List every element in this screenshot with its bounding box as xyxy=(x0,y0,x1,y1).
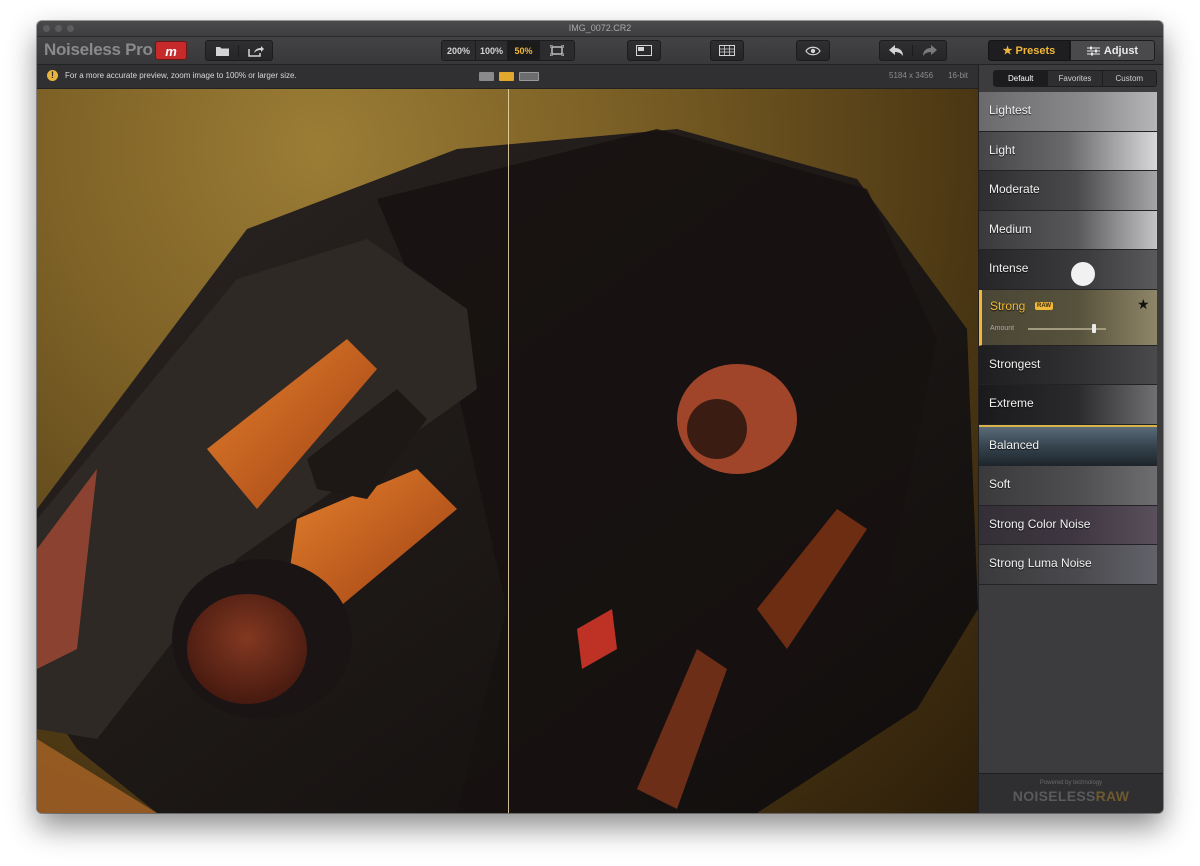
sidebar-footer: Powered by technology NOISELESSRAW xyxy=(979,773,1163,813)
macphun-badge[interactable]: m xyxy=(155,41,187,60)
preset-balanced[interactable]: Balanced xyxy=(979,426,1157,466)
history-group xyxy=(879,40,947,61)
presets-sidebar: Default Favorites Custom Lightest Light … xyxy=(978,65,1163,813)
redo-icon xyxy=(922,45,937,56)
app-window: IMG_0072.CR2 Noiseless Pro m 200% 100% 5… xyxy=(37,21,1163,813)
zoom-controls: 200% 100% 50% xyxy=(441,40,575,61)
title-bar: IMG_0072.CR2 xyxy=(37,21,1163,37)
preset-intense[interactable]: Intense xyxy=(979,250,1157,290)
warning-icon: ! xyxy=(47,70,58,81)
file-actions-group xyxy=(205,40,273,61)
zoom-200-button[interactable]: 200% xyxy=(442,41,476,60)
noiseless-raw-logo: NOISELESSRAW xyxy=(979,788,1163,804)
preset-extreme[interactable]: Extreme xyxy=(979,385,1157,425)
navigator-icon xyxy=(636,45,652,56)
split-divider[interactable] xyxy=(507,89,509,813)
preset-strongest[interactable]: Strongest xyxy=(979,345,1157,385)
star-icon: ★ xyxy=(1002,45,1013,57)
adjust-tab-label: Adjust xyxy=(1103,44,1139,57)
navigator-toggle-button[interactable] xyxy=(627,40,661,61)
tab-custom[interactable]: Custom xyxy=(1102,71,1156,86)
presets-tab[interactable]: ★ Presets xyxy=(988,40,1070,61)
preset-label: Soft xyxy=(989,477,1011,491)
grid-icon xyxy=(719,45,735,56)
zoom-50-button[interactable]: 50% xyxy=(508,41,540,60)
powered-by-text: Powered by technology xyxy=(1039,780,1103,786)
toolbar: Noiseless Pro m 200% 100% 50% ★ Presets … xyxy=(37,37,1163,65)
presets-tab-label: Presets xyxy=(1015,44,1056,57)
single-view-button[interactable] xyxy=(479,72,494,81)
preset-label: Lightest xyxy=(989,103,1032,117)
preset-label: Medium xyxy=(989,221,1032,236)
preset-label: Moderate xyxy=(989,182,1040,196)
preset-label: Strong Color Noise xyxy=(989,516,1091,531)
photo-canvas[interactable] xyxy=(37,89,978,813)
redo-button[interactable] xyxy=(913,45,946,56)
preset-category-tabs: Default Favorites Custom xyxy=(993,70,1157,87)
compare-grid-button[interactable] xyxy=(710,40,744,61)
fit-screen-button[interactable] xyxy=(540,41,574,60)
window-title: IMG_0072.CR2 xyxy=(568,23,632,33)
preset-label: Balanced xyxy=(989,437,1040,452)
raw-badge: RAW xyxy=(1035,301,1053,310)
preset-strong-luma-noise[interactable]: Strong Luma Noise xyxy=(979,545,1157,585)
undo-icon xyxy=(889,45,903,56)
side-by-side-view-button[interactable] xyxy=(519,72,539,81)
tab-favorites[interactable]: Favorites xyxy=(1048,71,1103,86)
sliders-icon xyxy=(1086,46,1100,55)
preset-label: Strongest xyxy=(989,356,1041,371)
preset-soft[interactable]: Soft xyxy=(979,466,1157,506)
info-bar: ! For a more accurate preview, zoom imag… xyxy=(37,65,978,89)
zoom-warning-text: For a more accurate preview, zoom image … xyxy=(65,71,297,80)
preset-label: Light xyxy=(989,142,1016,157)
app-name: Noiseless Pro xyxy=(44,40,153,59)
favorite-star-icon[interactable]: ★ xyxy=(1137,296,1150,313)
logo-accent: RAW xyxy=(1095,788,1130,804)
preset-lightest[interactable]: Lightest xyxy=(979,92,1157,132)
amount-label: Amount xyxy=(990,324,1015,332)
fit-screen-icon xyxy=(550,45,564,56)
eye-icon xyxy=(805,46,821,55)
undo-button[interactable] xyxy=(880,45,914,56)
preset-label: Extreme xyxy=(989,396,1034,410)
preset-label: Strong Luma Noise xyxy=(989,556,1092,570)
split-view-button[interactable] xyxy=(499,72,514,81)
zoom-100-button[interactable]: 100% xyxy=(476,41,508,60)
preset-moderate[interactable]: Moderate xyxy=(979,171,1157,211)
preset-light[interactable]: Light xyxy=(979,131,1157,171)
moon-icon xyxy=(1071,262,1095,286)
open-folder-icon[interactable] xyxy=(206,44,240,57)
preview-toggle-button[interactable] xyxy=(796,40,830,61)
amount-slider-handle[interactable] xyxy=(1092,323,1097,333)
preset-medium[interactable]: Medium xyxy=(979,210,1157,250)
bit-depth: 16-bit xyxy=(948,71,969,80)
share-icon[interactable] xyxy=(239,45,272,57)
preset-strong-color-noise[interactable]: Strong Color Noise xyxy=(979,505,1157,545)
tab-default[interactable]: Default xyxy=(994,71,1049,86)
logo-main: NOISELESS xyxy=(1012,788,1096,804)
preset-label: Intense xyxy=(989,261,1029,275)
image-dimensions: 5184 x 3456 xyxy=(889,71,934,80)
adjust-tab[interactable]: Adjust xyxy=(1070,40,1155,61)
preset-label: Strong xyxy=(990,298,1026,313)
preset-strong[interactable]: Strong RAW ★ Amount xyxy=(979,289,1157,346)
preset-list: Lightest Light Moderate Medium Intense S… xyxy=(979,92,1157,585)
